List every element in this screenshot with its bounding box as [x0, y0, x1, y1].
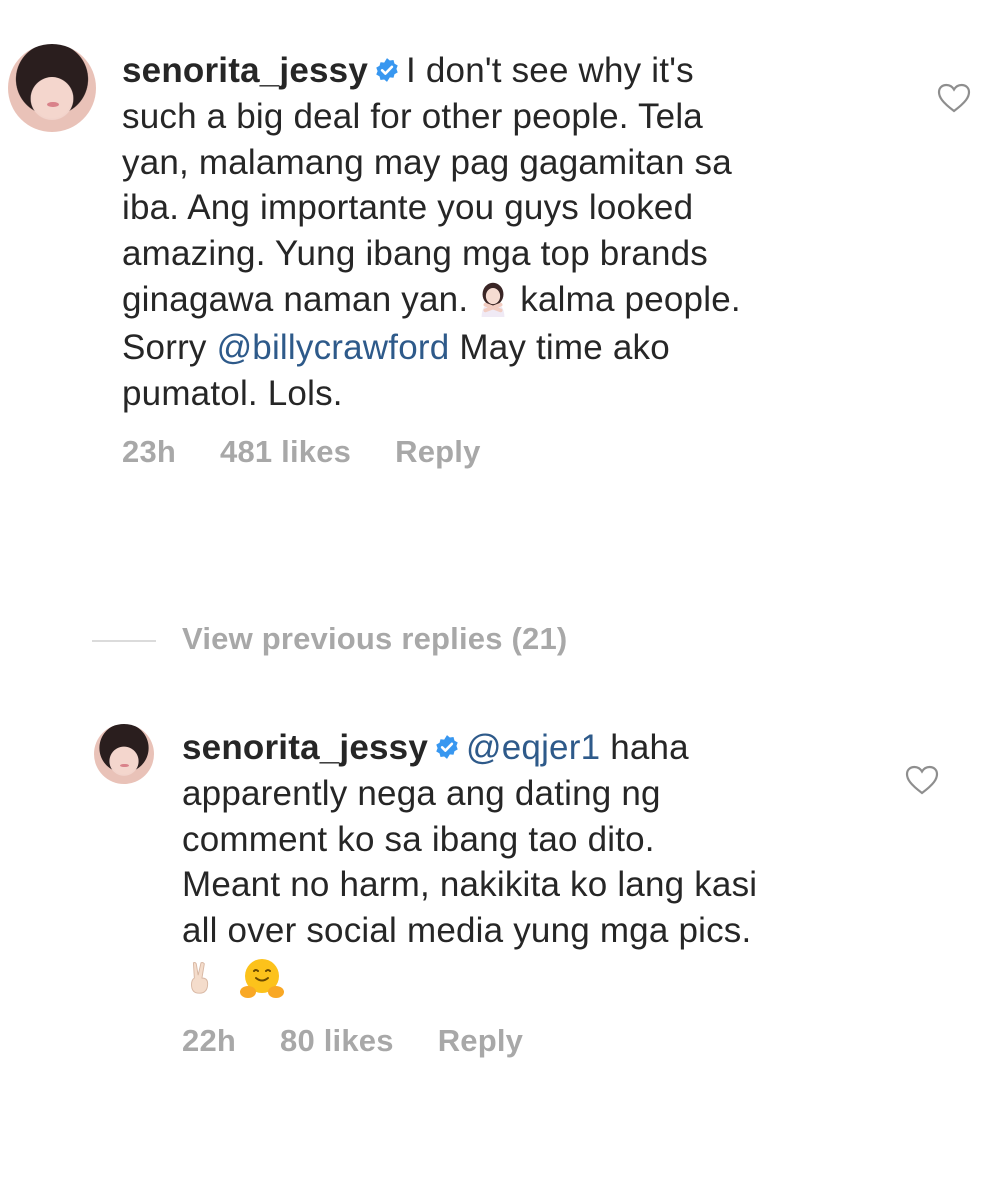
reply-line: haha	[610, 728, 689, 767]
like-heart-icon[interactable]	[936, 82, 972, 114]
avatar-mouth	[120, 763, 129, 768]
reply-likes[interactable]: 80 likes	[280, 1023, 394, 1058]
comment-line: May time ako	[459, 327, 670, 367]
comment-body: senorita_jessy I don't see why it's such …	[122, 48, 902, 416]
reply-meta: 22h 80 likes Reply	[182, 1023, 567, 1059]
divider-line	[92, 640, 156, 642]
comment-line: kalma people.	[520, 279, 741, 319]
comment-line: pumatol. Lols.	[122, 373, 343, 413]
comment-line: iba. Ang importante you guys looked	[122, 188, 694, 228]
mention-link[interactable]: @billycrawford	[217, 328, 450, 367]
comment-time[interactable]: 23h	[122, 434, 176, 469]
victory-hand-icon	[191, 961, 209, 994]
verified-badge-icon	[436, 734, 458, 759]
comment-line: I don't see why it's	[406, 51, 694, 90]
reply-username[interactable]: senorita_jessy	[182, 728, 428, 767]
reply-line: apparently nega ang dating ng	[182, 773, 661, 813]
like-heart-icon[interactable]	[904, 764, 940, 796]
comment-likes[interactable]: 481 likes	[220, 434, 351, 469]
avatar-face	[32, 77, 72, 118]
reply-body: senorita_jessy @eqjer1 haha apparently ne…	[182, 725, 882, 1004]
comment-meta: 23h 481 likes Reply	[122, 434, 525, 470]
avatar-face	[110, 746, 138, 775]
comment-line: amazing. Yung ibang mga top brands	[122, 234, 709, 274]
comment-username[interactable]: senorita_jessy	[122, 51, 368, 90]
comment-line: Sorry	[122, 327, 207, 367]
reply-line: all over social media yung mga pics.	[182, 911, 752, 951]
reply-button[interactable]: Reply	[438, 1023, 523, 1058]
reply-time[interactable]: 22h	[182, 1023, 236, 1058]
comment-line: ginagawa naman yan.	[122, 279, 469, 319]
mention-link[interactable]: @eqjer1	[466, 728, 600, 767]
reply-line: comment ko sa ibang tao dito.	[182, 819, 655, 859]
woman-gesturing-no-icon	[481, 282, 505, 317]
comment-line: such a big deal for other people. Tela	[122, 96, 703, 136]
view-previous-replies-button[interactable]: View previous replies (21)	[182, 621, 567, 657]
comment-line: yan, malamang may pag gagamitan sa	[122, 142, 732, 182]
avatar[interactable]	[8, 44, 96, 132]
hugging-face-icon	[240, 958, 284, 998]
verified-badge-icon	[376, 57, 398, 82]
reply-line: Meant no harm, nakikita ko lang kasi	[182, 865, 758, 905]
reply-button[interactable]: Reply	[395, 434, 480, 469]
avatar[interactable]	[94, 724, 154, 784]
